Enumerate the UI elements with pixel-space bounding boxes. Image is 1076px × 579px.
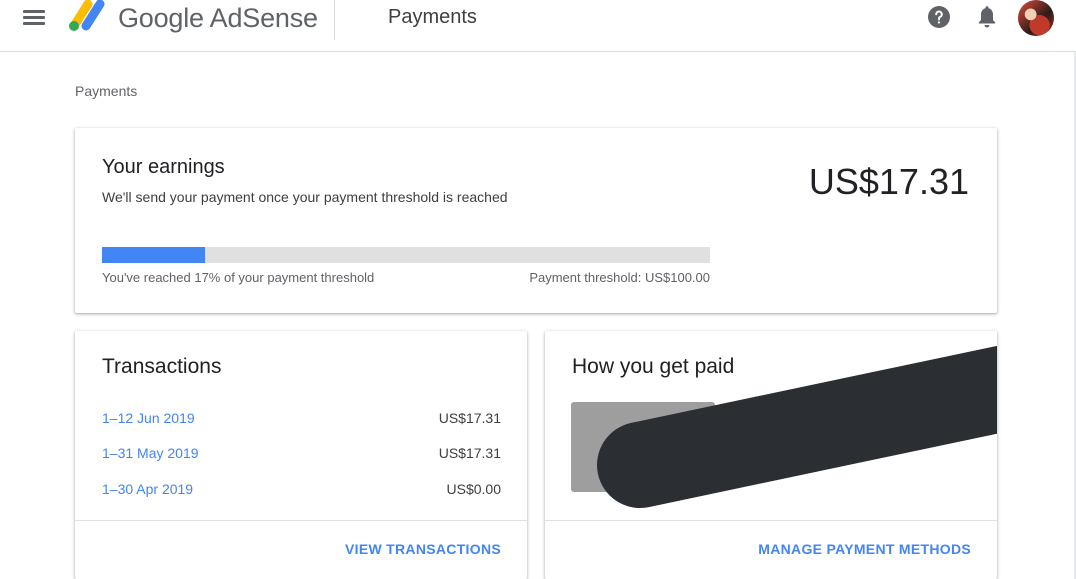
help-icon[interactable] <box>927 5 951 29</box>
transactions-card: Transactions 1–12 Jun 2019 US$17.31 1–31… <box>75 331 527 579</box>
threshold-label: Payment threshold: US$100.00 <box>529 270 710 285</box>
earnings-title: Your earnings <box>102 156 225 178</box>
transaction-amount: US$17.31 <box>438 445 501 461</box>
menu-icon[interactable] <box>22 6 46 30</box>
transactions-title: Transactions <box>102 355 222 378</box>
manage-payment-methods-button[interactable]: MANAGE PAYMENT METHODS <box>758 541 971 557</box>
payment-method-card: How you get paid MANAGE PAYMENT METHODS <box>545 331 997 579</box>
transaction-row: 1–31 May 2019 US$17.31 <box>102 445 501 465</box>
progress-label: You've reached 17% of your payment thres… <box>102 270 375 285</box>
header-divider <box>334 0 335 40</box>
transaction-row: 1–12 Jun 2019 US$17.31 <box>102 410 501 430</box>
product-name[interactable]: Google AdSense <box>118 3 318 34</box>
card-divider <box>75 520 527 521</box>
earnings-card: Your earnings We'll send your payment on… <box>75 128 997 313</box>
adsense-logo-icon[interactable] <box>68 0 108 34</box>
view-transactions-button[interactable]: VIEW TRANSACTIONS <box>345 541 501 557</box>
page-title: Payments <box>388 6 477 28</box>
transaction-amount: US$0.00 <box>446 481 501 497</box>
transaction-date-link[interactable]: 1–30 Apr 2019 <box>102 481 193 497</box>
earnings-subtitle: We'll send your payment once your paymen… <box>102 189 508 205</box>
payment-method-title: How you get paid <box>572 355 735 378</box>
card-divider <box>545 520 997 521</box>
earnings-amount: US$17.31 <box>808 161 969 202</box>
transaction-amount: US$17.31 <box>438 410 501 426</box>
threshold-progress-bar <box>102 247 710 263</box>
transaction-row: 1–30 Apr 2019 US$0.00 <box>102 481 501 501</box>
notifications-bell-icon[interactable] <box>975 5 999 31</box>
payment-method-image <box>571 402 715 492</box>
threshold-progress-fill <box>102 247 206 263</box>
breadcrumb: Payments <box>75 83 138 99</box>
transaction-date-link[interactable]: 1–31 May 2019 <box>102 445 199 461</box>
top-app-bar: Google AdSense Payments <box>0 0 1076 52</box>
account-avatar[interactable] <box>1018 0 1054 36</box>
transaction-date-link[interactable]: 1–12 Jun 2019 <box>102 410 195 426</box>
